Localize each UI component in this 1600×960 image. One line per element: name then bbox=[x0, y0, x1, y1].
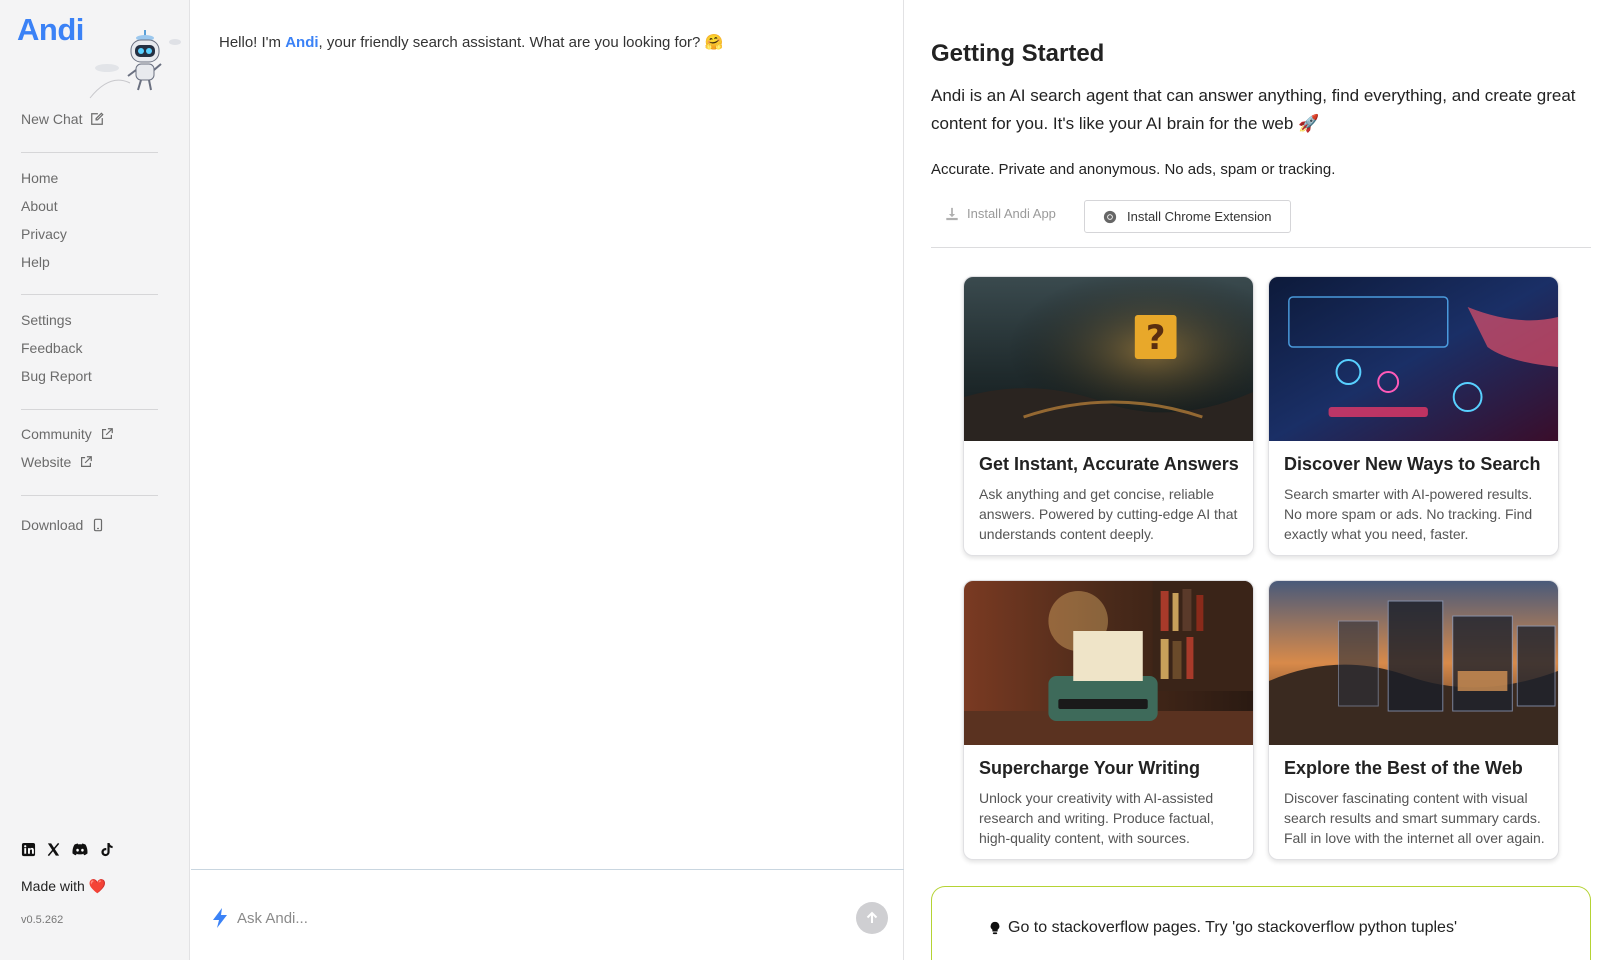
landscape-panels-image bbox=[1269, 581, 1558, 745]
cave-question-image: ? bbox=[964, 277, 1253, 441]
card-text: Unlock your creativity with AI-assisted … bbox=[979, 790, 1215, 846]
card-title: Explore the Best of the Web bbox=[1284, 758, 1523, 778]
social-links bbox=[21, 842, 114, 857]
greeting-brand: Andi bbox=[285, 34, 319, 51]
chrome-icon bbox=[1103, 210, 1117, 223]
sidebar-item-feedback[interactable]: Feedback bbox=[21, 340, 82, 356]
ask-input[interactable] bbox=[237, 906, 787, 930]
sidebar-item-privacy[interactable]: Privacy bbox=[21, 226, 67, 242]
sidebar-item-website[interactable]: Website bbox=[21, 454, 93, 470]
card-explore-web[interactable]: Explore the Best of the Web Discover fas… bbox=[1268, 580, 1559, 860]
chat-panel: Hello! I'm Andi, your friendly search as… bbox=[191, 0, 904, 960]
tip-content: Go to stackoverflow pages. Try 'go stack… bbox=[988, 919, 1457, 937]
card-text: Discover fascinating content with visual… bbox=[1284, 790, 1545, 846]
sidebar-divider bbox=[21, 152, 158, 153]
futuristic-screen-image bbox=[1269, 277, 1558, 441]
external-link-icon bbox=[101, 428, 113, 439]
card-title: Supercharge Your Writing bbox=[979, 758, 1201, 778]
sidebar-item-help[interactable]: Help bbox=[21, 254, 50, 270]
external-link-icon bbox=[81, 456, 93, 467]
download-icon bbox=[946, 207, 958, 220]
install-app-label: Install Andi App bbox=[967, 206, 1056, 221]
section-divider bbox=[931, 247, 1591, 248]
lightning-bolt-icon bbox=[213, 908, 227, 928]
made-with-label: Made with bbox=[21, 878, 85, 894]
card-discover-search[interactable]: Discover New Ways to Search Search smart… bbox=[1268, 276, 1559, 556]
card-supercharge-writing[interactable]: Supercharge Your Writing Unlock your cre… bbox=[963, 580, 1254, 860]
mobile-phone-icon bbox=[94, 518, 103, 532]
sidebar-item-about[interactable]: About bbox=[21, 198, 58, 214]
sidebar-item-download[interactable]: Download bbox=[21, 517, 105, 533]
card-text: Ask anything and get concise, reliable a… bbox=[979, 486, 1238, 542]
getting-started-panel: Getting Started Andi is an AI search age… bbox=[905, 0, 1600, 960]
card-title: Get Instant, Accurate Answers bbox=[979, 454, 1239, 474]
community-label: Community bbox=[21, 426, 92, 442]
version-label: v0.5.262 bbox=[21, 914, 64, 926]
tip-card[interactable]: Go to stackoverflow pages. Try 'go stack… bbox=[931, 886, 1591, 960]
linkedin-icon[interactable] bbox=[21, 842, 36, 857]
sidebar-divider bbox=[21, 409, 158, 410]
install-chrome-label: Install Chrome Extension bbox=[1127, 209, 1272, 224]
arrow-up-icon bbox=[866, 911, 878, 923]
heart-icon: ❤️ bbox=[88, 878, 107, 894]
website-label: Website bbox=[21, 454, 72, 470]
assistant-greeting: Hello! I'm Andi, your friendly search as… bbox=[219, 33, 723, 51]
lightbulb-icon bbox=[990, 921, 1000, 935]
install-app-button[interactable]: Install Andi App bbox=[945, 206, 1056, 221]
greeting-prefix: Hello! I'm bbox=[219, 34, 286, 51]
tiktok-icon[interactable] bbox=[99, 842, 114, 857]
send-button[interactable] bbox=[856, 902, 888, 934]
card-instant-answers[interactable]: ? Get Instant, Accurate Answers Ask anyt… bbox=[963, 276, 1254, 556]
edit-icon bbox=[91, 112, 105, 125]
sidebar-item-settings[interactable]: Settings bbox=[21, 312, 72, 328]
robot-mascot-icon bbox=[89, 30, 181, 99]
typewriter-image bbox=[964, 581, 1253, 745]
card-text: Search smarter with AI-powered results. … bbox=[1284, 486, 1533, 542]
sidebar-item-community[interactable]: Community bbox=[21, 426, 114, 442]
intro-subtitle: Accurate. Private and anonymous. No ads,… bbox=[931, 161, 1336, 178]
chat-input-bar bbox=[191, 869, 904, 960]
page-title: Getting Started bbox=[931, 40, 1105, 67]
andi-logo[interactable]: Andi bbox=[17, 12, 84, 48]
sidebar-item-home[interactable]: Home bbox=[21, 170, 58, 186]
x-icon[interactable] bbox=[46, 842, 61, 857]
card-title: Discover New Ways to Search bbox=[1284, 454, 1541, 474]
sidebar-divider bbox=[21, 294, 158, 295]
discord-icon[interactable] bbox=[71, 842, 89, 857]
intro-description: Andi is an AI search agent that can answ… bbox=[931, 86, 1576, 133]
download-label: Download bbox=[21, 517, 84, 533]
svg-text:?: ? bbox=[1146, 318, 1166, 357]
new-chat-button[interactable]: New Chat bbox=[21, 111, 105, 127]
made-with-text: Made with ❤️ bbox=[21, 878, 106, 895]
greeting-suffix: , your friendly search assistant. What a… bbox=[318, 34, 724, 51]
tip-text: Go to stackoverflow pages. Try 'go stack… bbox=[1008, 919, 1457, 936]
sidebar-divider bbox=[21, 495, 158, 496]
new-chat-label: New Chat bbox=[21, 111, 83, 127]
sidebar: Andi New Chat Home About Privacy Help Se… bbox=[0, 0, 190, 960]
sidebar-item-bug-report[interactable]: Bug Report bbox=[21, 368, 92, 384]
install-chrome-extension-button[interactable]: Install Chrome Extension bbox=[1084, 200, 1291, 233]
